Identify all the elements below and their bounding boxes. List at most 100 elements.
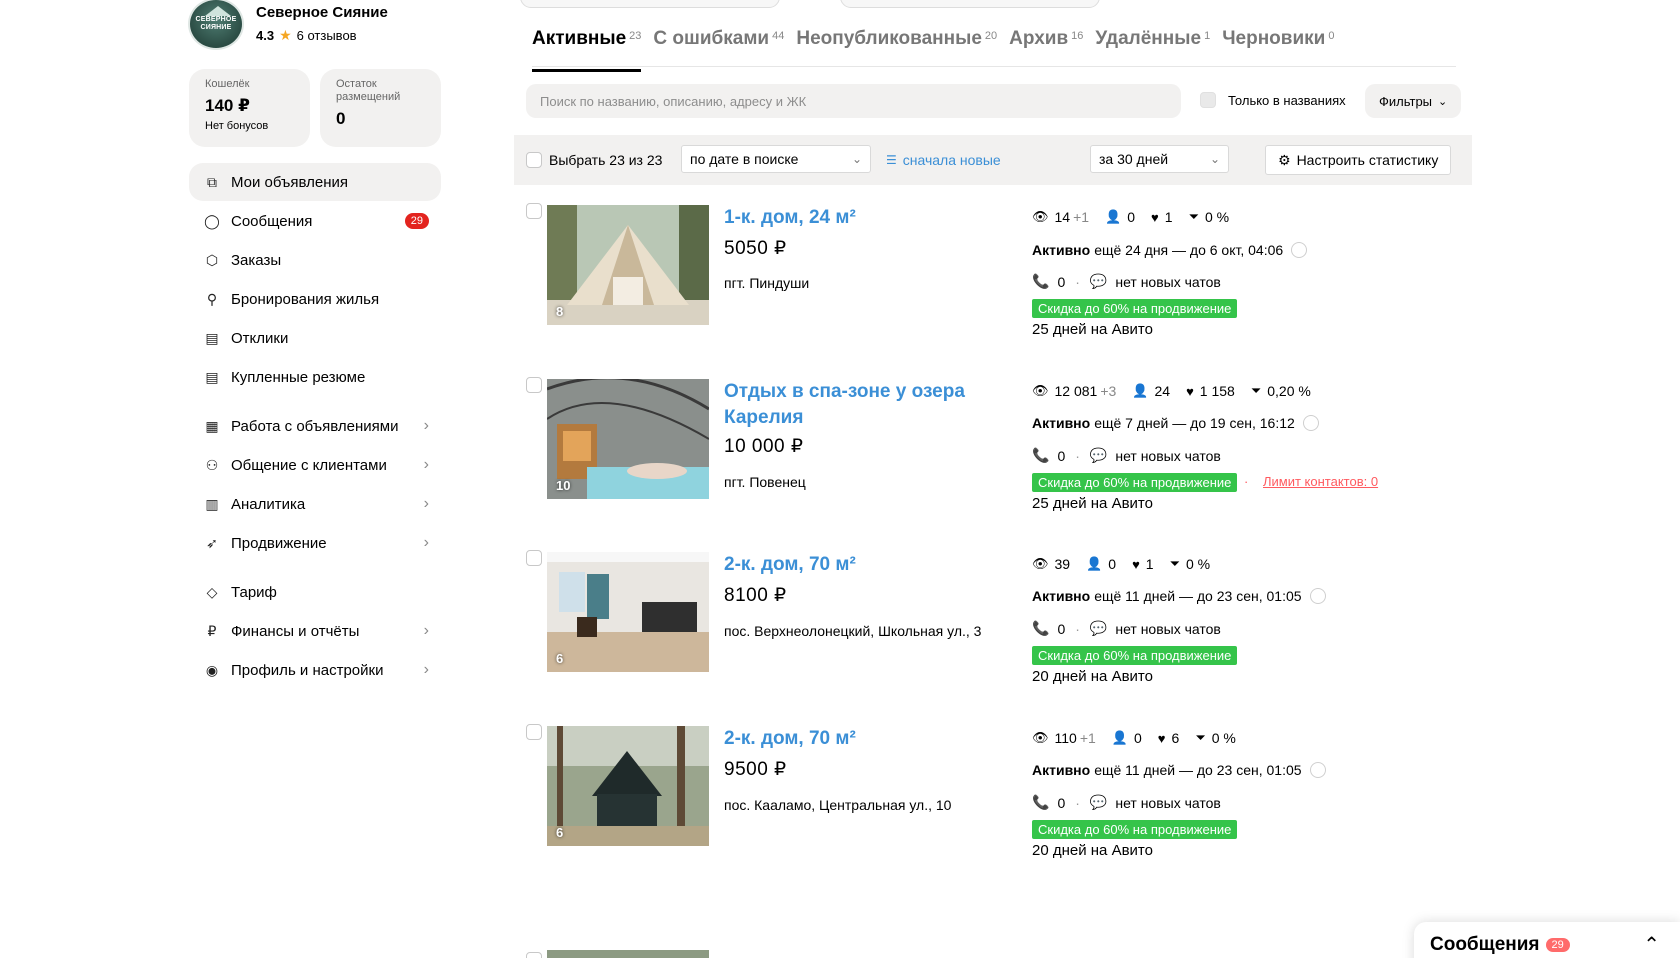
sidebar-item-responses[interactable]: ▤ Отклики	[189, 319, 441, 357]
filters-label: Фильтры	[1379, 93, 1433, 109]
chevron-right-icon: ›	[423, 495, 429, 512]
listing-checkbox[interactable]	[526, 952, 542, 958]
listing-title[interactable]: Отдых в спа-зоне у озера Карелия	[724, 379, 979, 431]
info-circle-icon[interactable]	[1309, 762, 1326, 778]
sidebar-item-my-ads[interactable]: ⧉ Мои объявления	[189, 163, 441, 201]
search-input[interactable]	[526, 84, 1181, 118]
info-circle-icon[interactable]	[1309, 588, 1326, 604]
placements-value: 0	[336, 109, 346, 128]
listing-checkbox[interactable]	[526, 377, 542, 393]
tab-unpublished[interactable]: Неопубликованные 20	[796, 28, 997, 66]
avatar-logo-text: СЕВЕРНОЕ СИЯНИЕ	[195, 16, 237, 31]
listing-photo[interactable]: 8	[547, 205, 709, 325]
wallet-value: 140 ₽	[205, 96, 250, 115]
tab-errors[interactable]: С ошибками 44	[653, 28, 784, 66]
sort-order-label: сначала новые	[902, 152, 1001, 168]
top-search-pill[interactable]	[840, 0, 1100, 8]
sidebar-item-finance[interactable]: ₽ Финансы и отчёты ›	[189, 612, 441, 650]
period-select[interactable]: за 30 дней ⌄	[1090, 145, 1229, 173]
promo-badge[interactable]: Скидка до 60% на продвижение	[1032, 820, 1238, 839]
profile-name[interactable]: Северное Сияние	[256, 3, 388, 23]
avatar[interactable]: СЕВЕРНОЕ СИЯНИЕ	[188, 0, 244, 50]
contacts-line: 📞 0 · 💬 нет новых чатов	[1032, 620, 1221, 637]
checkbox[interactable]	[1200, 92, 1216, 108]
sidebar-item-label: Общение с клиентами	[231, 456, 387, 474]
top-search-pill[interactable]	[520, 0, 780, 8]
views-stat: 👁 12 081 +3	[1032, 383, 1117, 399]
sort-order-link[interactable]: ☰ сначала новые	[886, 152, 1001, 168]
views-stat: 👁 110 +1	[1032, 730, 1096, 746]
sidebar-item-messages[interactable]: ◯ Сообщения 29	[189, 202, 441, 240]
info-circle-icon[interactable]	[1302, 415, 1319, 431]
listing-photo[interactable]: 10	[547, 379, 709, 499]
phone-icon: 📞	[1032, 273, 1050, 289]
wallet-card[interactable]: Кошелёк 140 ₽ Нет бонусов	[189, 69, 310, 147]
sidebar-item-promotion[interactable]: ➶ Продвижение ›	[189, 524, 441, 562]
listing-price: 5050 ₽	[724, 238, 787, 259]
contacts-stat: 👤 0	[1105, 209, 1136, 225]
chevron-right-icon: ›	[423, 661, 429, 678]
favorites-stat: ♥ 1	[1151, 209, 1173, 225]
eye-icon: 👁	[1032, 209, 1049, 224]
eye-icon: 👁	[1032, 383, 1049, 398]
page: СЕВЕРНОЕ СИЯНИЕ Северное Сияние 4.3 ★ 6 …	[0, 0, 1680, 958]
sidebar-item-analytics[interactable]: ▥ Аналитика ›	[189, 485, 441, 523]
contact-limit-link[interactable]: Лимит контактов: 0	[1263, 474, 1378, 489]
sidebar-item-settings[interactable]: ◉ Профиль и настройки ›	[189, 651, 441, 689]
profile-rating[interactable]: 4.3 ★ 6 отзывов	[256, 27, 388, 44]
listing-checkbox[interactable]	[526, 203, 542, 219]
status-tabs: Активные 23 С ошибками 44 Неопубликованные…	[532, 28, 1456, 72]
checkbox[interactable]	[526, 152, 542, 168]
listing-title[interactable]: 1-к. дом, 24 м²	[724, 205, 979, 231]
sidebar-item-orders[interactable]: ⬡ Заказы	[189, 241, 441, 279]
sidebar-item-label: Заказы	[231, 251, 282, 269]
listing-photo[interactable]	[547, 950, 709, 958]
stats-button-label: Настроить статистику	[1296, 152, 1439, 168]
messages-widget[interactable]: Сообщения 29 ⌃	[1414, 922, 1680, 958]
listing-photo[interactable]: 6	[547, 726, 709, 846]
status-details: ещё 7 дней — до 19 сен, 16:12	[1094, 415, 1295, 431]
listing-checkbox[interactable]	[526, 550, 542, 566]
chevron-up-icon[interactable]: ⌃	[1643, 932, 1660, 957]
listing-checkbox[interactable]	[526, 724, 542, 740]
listing-item: 10 Отдых в спа-зоне у озера Карелия 10 0…	[520, 369, 1470, 545]
sidebar-item-tariff[interactable]: ◇ Тариф	[189, 573, 441, 611]
sidebar-item-bookings[interactable]: ⚲ Бронирования жилья	[189, 280, 441, 318]
reviews-count: 6 отзывов	[296, 27, 357, 43]
tab-deleted[interactable]: Удалённые 1	[1095, 28, 1210, 66]
promo-badge[interactable]: Скидка до 60% на продвижение	[1032, 299, 1238, 318]
promo-badge[interactable]: Скидка до 60% на продвижение	[1032, 646, 1238, 665]
ads-icon: ⧉	[207, 173, 217, 190]
promo-badge[interactable]: Скидка до 60% на продвижение	[1032, 473, 1238, 492]
sidebar-item-clients[interactable]: ⚇ Общение с клиентами ›	[189, 446, 441, 484]
title-only-checkbox[interactable]: Только в названиях	[1200, 92, 1346, 108]
placements-card[interactable]: Остаток размещений 0	[320, 69, 441, 147]
sidebar-item-label: Аналитика	[231, 495, 306, 513]
sidebar-item-ads-work[interactable]: ▦ Работа с объявлениями ›	[189, 407, 441, 445]
funnel-icon: ⏷	[1188, 209, 1199, 224]
sidebar-item-resumes[interactable]: ▤ Купленные резюме	[189, 358, 441, 396]
sidebar-item-label: Отклики	[231, 329, 289, 347]
filters-button[interactable]: Фильтры ⌄	[1365, 84, 1462, 118]
person-icon: 👤	[1086, 556, 1103, 571]
sort-select[interactable]: по дате в поиске ⌄	[681, 145, 871, 173]
configure-stats-button[interactable]: ⚙ Настроить статистику	[1265, 145, 1452, 175]
person-icon: 👤	[1111, 730, 1128, 745]
status-label: Активно	[1032, 242, 1091, 258]
listing-title[interactable]: 2-к. дом, 70 м²	[724, 552, 979, 578]
select-all-checkbox[interactable]: Выбрать 23 из 23	[526, 152, 662, 168]
listing-address: пгт. Повенец	[724, 474, 806, 490]
tab-archive[interactable]: Архив 16	[1009, 28, 1083, 66]
listing-photo[interactable]: 6	[547, 552, 709, 672]
rocket-icon: ➶	[206, 534, 218, 551]
phone-icon: 📞	[1032, 620, 1050, 636]
listing-address: пос. Кааламо, Центральная ул., 10	[724, 797, 952, 813]
listing-title[interactable]: 2-к. дом, 70 м²	[724, 726, 979, 752]
views-stat: 👁 14 +1	[1032, 209, 1090, 225]
heart-icon: ♥	[1186, 383, 1194, 399]
tab-drafts[interactable]: Черновики 0	[1222, 28, 1334, 66]
funnel-icon: ⏷	[1195, 730, 1206, 745]
contacts-stat: 👤 0	[1111, 730, 1142, 746]
info-circle-icon[interactable]	[1291, 242, 1308, 258]
tab-active[interactable]: Активные 23	[532, 28, 642, 72]
